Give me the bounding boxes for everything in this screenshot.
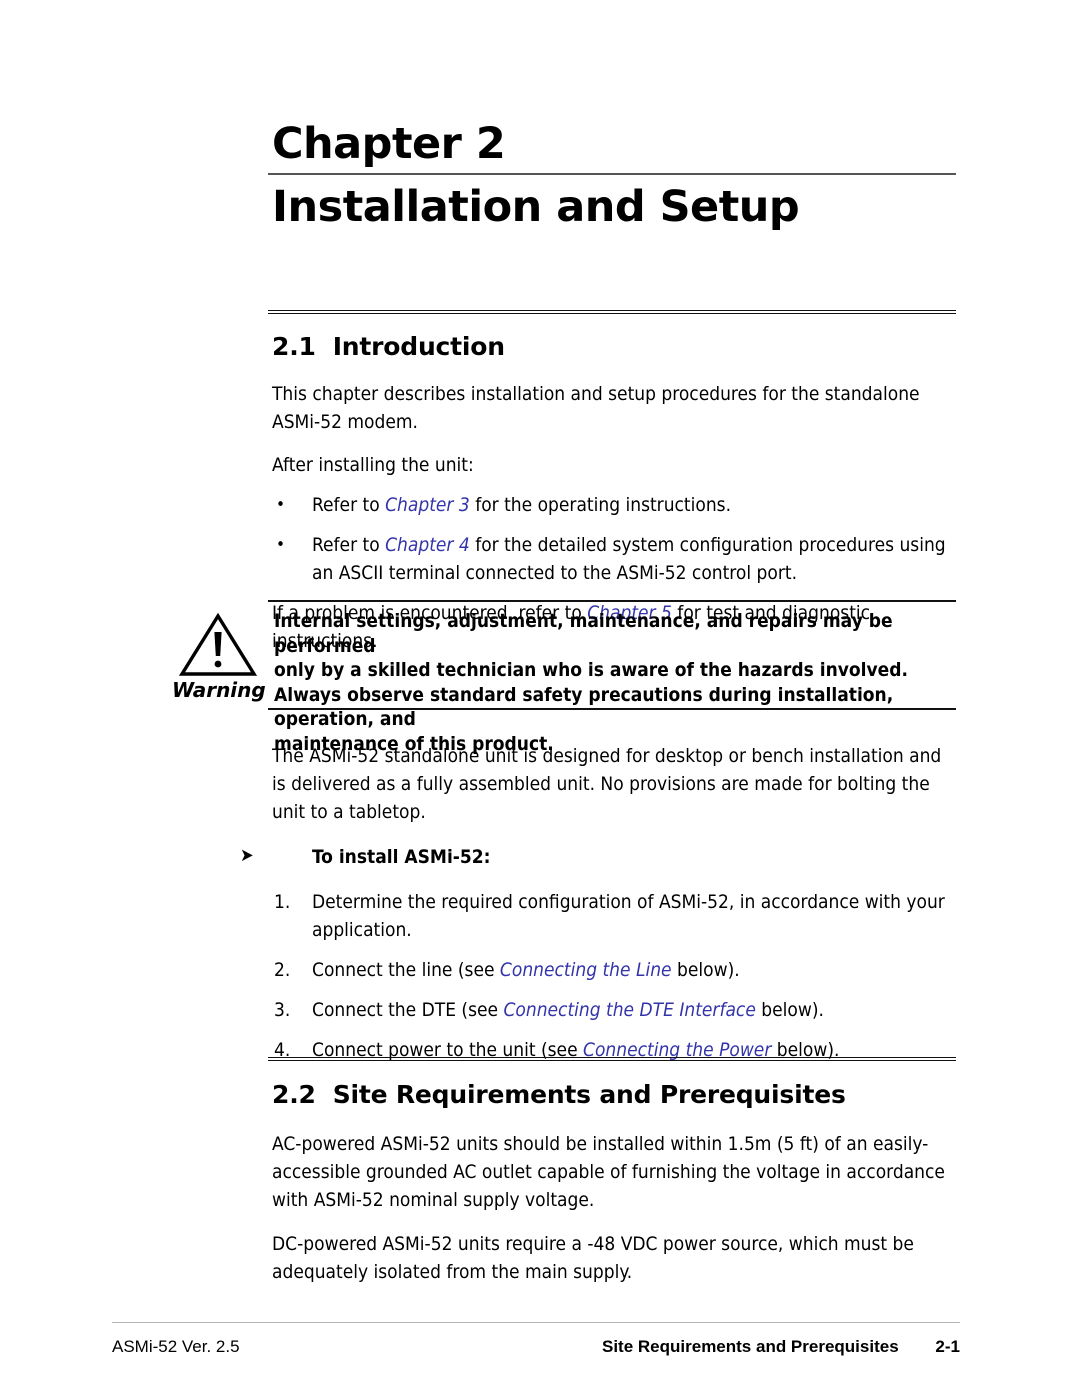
step-text-pre: Determine the required configuration of … <box>312 891 945 941</box>
step-text-pre: Connect the line (see <box>312 959 500 981</box>
arrow-right-icon: ➤ <box>240 845 254 866</box>
warning-rule-top <box>268 600 956 602</box>
section-rule-2-1 <box>268 310 956 314</box>
section-2-2: 2.2 Site Requirements and Prerequisites … <box>268 1057 956 1286</box>
footer-page-number: 2-1 <box>935 1337 960 1356</box>
intro-paragraph-1: This chapter describes installation and … <box>272 383 920 433</box>
chapter-title: Installation and Setup <box>272 182 800 232</box>
cross-reference-link[interactable]: Chapter 3 <box>385 494 470 516</box>
footer-divider <box>112 1322 960 1323</box>
step-number: 2. <box>274 959 291 981</box>
procedure-heading: ➤ To install ASMi-52: <box>240 844 956 870</box>
bullet-marker: • <box>276 495 286 515</box>
site-req-paragraph-2: DC-powered ASMi-52 units require a -48 V… <box>272 1233 914 1283</box>
install-procedure-block: The ASMi-52 standalone unit is designed … <box>240 742 956 1076</box>
document-page: Chapter 2 Installation and Setup 2.1 Int… <box>0 0 1080 1397</box>
install-intro-paragraph: The ASMi-52 standalone unit is designed … <box>272 745 942 823</box>
footer-running-head: Site Requirements and Prerequisites <box>602 1337 899 1356</box>
install-step-list: 1. Determine the required configuration o… <box>268 888 956 1064</box>
section-rule-2-2 <box>268 1057 956 1061</box>
intro-bullet-list: • Refer to Chapter 3 for the operating in… <box>268 491 956 587</box>
bullet-text-pre: Refer to <box>312 494 386 516</box>
site-req-paragraph-1: AC-powered ASMi-52 units should be insta… <box>272 1133 945 1211</box>
step-number: 1. <box>274 891 291 913</box>
list-item: 1. Determine the required configuration o… <box>268 888 956 944</box>
bullet-text-pre: Refer to <box>312 534 386 556</box>
warning-line-3: Always observe standard safety precautio… <box>274 683 894 731</box>
chapter-number: Chapter 2 <box>272 119 506 169</box>
step-text-post: below). <box>671 959 740 981</box>
step-text-post: below). <box>755 999 824 1021</box>
list-item: • Refer to Chapter 3 for the operating in… <box>268 491 956 519</box>
warning-rule-bottom <box>268 708 956 710</box>
chapter-heading-block: Chapter 2 Installation and Setup <box>268 118 956 235</box>
footer-row: ASMi-52 Ver. 2.5 Site Requirements and P… <box>112 1337 960 1361</box>
warning-message: Internal settings, adjustment, maintenan… <box>274 609 954 756</box>
step-number: 3. <box>274 999 291 1021</box>
footer-product-version: ASMi-52 Ver. 2.5 <box>112 1337 240 1356</box>
bullet-text-post: for the operating instructions. <box>469 494 732 516</box>
cross-reference-link[interactable]: Chapter 4 <box>385 534 470 556</box>
page-footer: ASMi-52 Ver. 2.5 Site Requirements and P… <box>112 1322 960 1361</box>
section-2-1: 2.1 Introduction This chapter describes … <box>268 310 956 655</box>
warning-triangle-icon <box>179 612 257 678</box>
bullet-marker: • <box>276 535 286 555</box>
warning-icon-group: Warning <box>172 612 266 702</box>
intro-paragraph-2: After installing the unit: <box>272 454 474 476</box>
section-heading-2-2: 2.2 Site Requirements and Prerequisites <box>272 1080 846 1109</box>
section-heading-2-1: 2.1 Introduction <box>272 332 505 361</box>
procedure-heading-label: To install ASMi-52: <box>312 846 491 868</box>
warning-label: Warning <box>172 678 266 702</box>
chapter-divider <box>268 173 956 175</box>
step-text-pre: Connect the DTE (see <box>312 999 504 1021</box>
cross-reference-link[interactable]: Connecting the Line <box>500 959 672 981</box>
list-item: • Refer to Chapter 4 for the detailed sys… <box>268 531 956 587</box>
list-item: 2. Connect the line (see Connecting the L… <box>268 956 956 984</box>
cross-reference-link[interactable]: Connecting the DTE Interface <box>503 999 755 1021</box>
warning-line-2: only by a skilled technician who is awar… <box>274 659 908 681</box>
warning-line-1: Internal settings, adjustment, maintenan… <box>274 610 893 657</box>
list-item: 3. Connect the DTE (see Connecting the DT… <box>268 996 956 1024</box>
